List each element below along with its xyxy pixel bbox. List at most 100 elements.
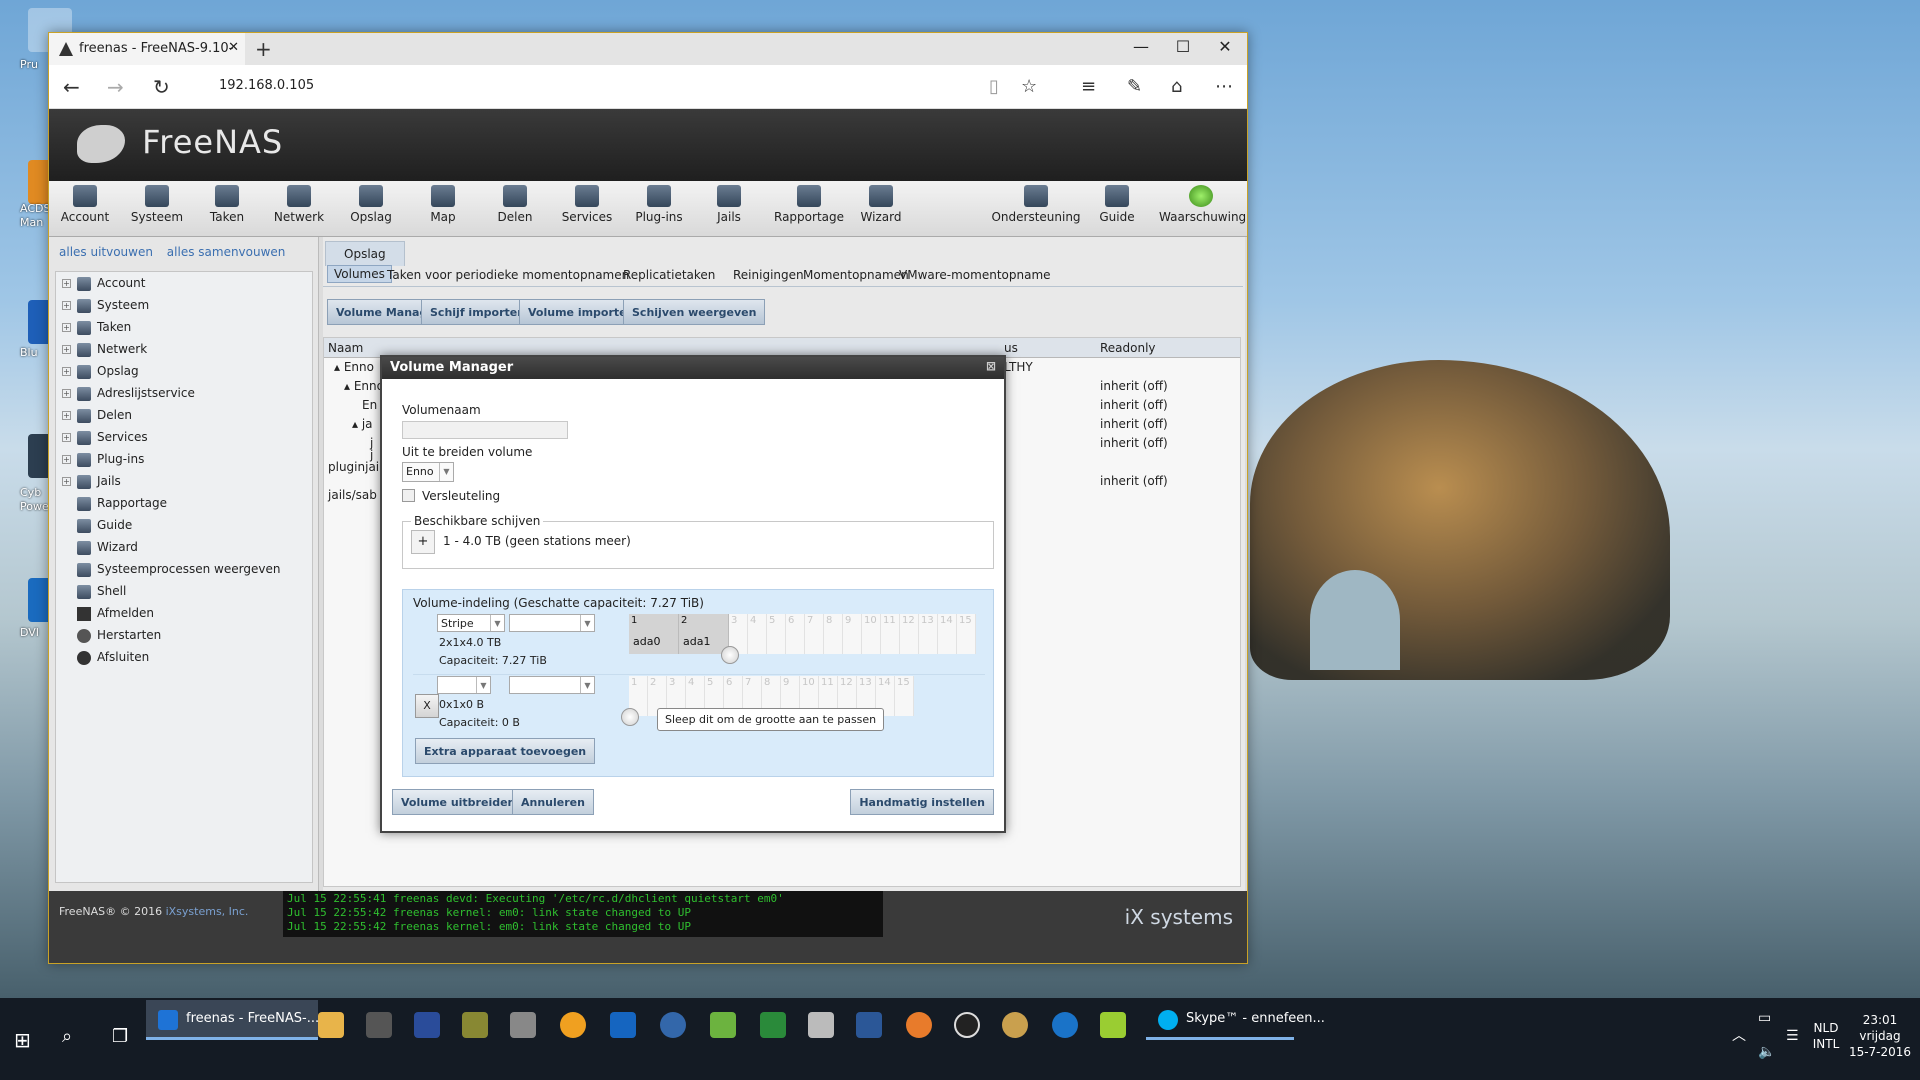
layers-app-icon[interactable]	[1100, 1012, 1126, 1038]
expand-icon[interactable]: +	[62, 301, 71, 310]
cancel-button[interactable]: Annuleren	[512, 789, 594, 815]
url-field[interactable]: 192.168.0.105	[219, 78, 314, 93]
disk-slot[interactable]: 5	[767, 614, 786, 654]
tree-item-afsluiten[interactable]: Afsluiten	[56, 646, 312, 668]
toolbar-jails[interactable]: Jails	[697, 185, 761, 224]
disk-slot[interactable]: 8	[824, 614, 843, 654]
disk-slot[interactable]: 6	[786, 614, 805, 654]
tree-item-afmelden[interactable]: Afmelden	[56, 602, 312, 624]
toolbar-systeem[interactable]: Systeem	[125, 185, 189, 224]
expand-icon[interactable]: +	[62, 477, 71, 486]
disk-slot[interactable]: 4	[748, 614, 767, 654]
table-row[interactable]: pluginjai	[328, 460, 379, 474]
lightning-app-icon[interactable]	[560, 1012, 586, 1038]
share-icon[interactable]: ⌂	[1171, 76, 1182, 97]
tree-item-netwerk[interactable]: + Netwerk	[56, 338, 312, 360]
tree-item-systeemprocessen[interactable]: Systeemprocessen weergeven	[56, 558, 312, 580]
search-icon[interactable]: ⌕	[62, 1026, 72, 1047]
disk-slot[interactable]: 12	[900, 614, 919, 654]
subtab-scrubs[interactable]: Reinigingen	[733, 268, 804, 282]
resize-handle[interactable]	[621, 708, 639, 726]
expand-icon[interactable]: +	[62, 279, 71, 288]
table-row[interactable]: jails/sab	[328, 488, 377, 502]
toolbar-opslag[interactable]: Opslag	[339, 185, 403, 224]
chevron-up-icon[interactable]: ︿	[1732, 1028, 1746, 1044]
tree-item-plugins[interactable]: + Plug-ins	[56, 448, 312, 470]
collapse-all-link[interactable]: alles samenvouwen	[167, 245, 286, 259]
company-link[interactable]: iXsystems, Inc.	[166, 905, 249, 918]
disk-slot[interactable]: 9	[843, 614, 862, 654]
close-icon[interactable]: ⊠	[986, 359, 996, 373]
hub-icon[interactable]: ≡	[1081, 76, 1096, 97]
refresh-icon[interactable]: ↻	[153, 75, 170, 99]
expand-icon[interactable]: +	[62, 345, 71, 354]
save-app-icon[interactable]	[414, 1012, 440, 1038]
table-row[interactable]: ▴ ja	[352, 417, 373, 431]
expand-icon[interactable]: +	[62, 323, 71, 332]
expand-icon[interactable]: +	[62, 411, 71, 420]
disk-slot[interactable]: 13	[919, 614, 938, 654]
media-player-icon[interactable]	[954, 1012, 980, 1038]
word-icon[interactable]	[856, 1012, 882, 1038]
monitor-app-icon[interactable]	[760, 1012, 786, 1038]
expand-icon[interactable]: +	[62, 389, 71, 398]
extend-volume-button[interactable]: Volume uitbreiden	[392, 789, 525, 815]
toolbar-delen[interactable]: Delen	[483, 185, 547, 224]
forward-icon[interactable]: →	[107, 75, 124, 99]
col-readonly[interactable]: Readonly	[1100, 341, 1156, 355]
volume-icon[interactable]: 🔈	[1758, 1044, 1775, 1060]
more-icon[interactable]: ⋯	[1215, 76, 1233, 97]
tree-item-taken[interactable]: + Taken	[56, 316, 312, 338]
vdev-layout-select[interactable]: ▼	[509, 614, 595, 632]
toolbar-map[interactable]: Map	[411, 185, 475, 224]
close-tab-icon[interactable]: ✕	[228, 40, 239, 55]
green-z-app-icon[interactable]	[710, 1012, 736, 1038]
toolbar-rapportage[interactable]: Rapportage	[769, 185, 849, 224]
minimize-icon[interactable]: —	[1121, 37, 1161, 56]
back-icon[interactable]: ←	[63, 75, 80, 99]
tree-item-systeem[interactable]: + Systeem	[56, 294, 312, 316]
new-tab-icon[interactable]: +	[255, 37, 272, 61]
view-disks-button[interactable]: Schijven weergeven	[623, 299, 766, 325]
tree-item-herstarten[interactable]: Herstarten	[56, 624, 312, 646]
tree-item-delen[interactable]: + Delen	[56, 404, 312, 426]
table-row[interactable]: ▴ Enno	[334, 360, 374, 374]
encryption-checkbox[interactable]	[402, 489, 415, 502]
favorite-star-icon[interactable]: ☆	[1021, 76, 1037, 97]
tree-item-account[interactable]: + Account	[56, 272, 312, 294]
taskbar-app-skype[interactable]: Skype™ - ennefeen...	[1146, 1000, 1325, 1040]
toolbar-taken[interactable]: Taken	[195, 185, 259, 224]
task-view-icon[interactable]: ❐	[112, 1026, 128, 1047]
action-center-icon[interactable]: ☰	[1786, 1028, 1799, 1044]
toolbar-guide[interactable]: Guide	[1085, 185, 1149, 224]
toolbar-ondersteuning[interactable]: Ondersteuning	[991, 185, 1081, 224]
expand-icon[interactable]: +	[62, 455, 71, 464]
remove-vdev-button[interactable]: X	[415, 694, 439, 718]
browser-tab[interactable]: freenas - FreeNAS-9.10- ✕	[49, 33, 245, 65]
subtab-volumes[interactable]: Volumes	[327, 265, 392, 283]
disk-slot[interactable]: 7	[805, 614, 824, 654]
vdev-type-select[interactable]: ▼	[437, 676, 491, 694]
browser-app-icon[interactable]	[660, 1012, 686, 1038]
subtab-snapshots[interactable]: Momentopnamen	[803, 268, 909, 282]
disk-slot[interactable]: 14	[938, 614, 957, 654]
toolbar-waarschuwing[interactable]: Waarschuwing	[1159, 185, 1246, 224]
manual-setup-button[interactable]: Handmatig instellen	[850, 789, 994, 815]
disk-slot[interactable]: 15	[895, 676, 914, 716]
disk-slot[interactable]: 15	[957, 614, 976, 654]
tree-item-shell[interactable]: Shell	[56, 580, 312, 602]
network-tray-icon[interactable]: ▭	[1758, 1010, 1771, 1026]
tree-item-guide[interactable]: Guide	[56, 514, 312, 536]
extend-volume-select[interactable]: Enno ▼	[402, 462, 454, 482]
expand-icon[interactable]: +	[62, 433, 71, 442]
disk-slot[interactable]: 2 ada1	[679, 614, 729, 654]
available-disk-entry[interactable]: 1 - 4.0 TB (geen stations meer)	[443, 534, 631, 548]
plane-app-icon[interactable]	[808, 1012, 834, 1038]
toolbar-account[interactable]: Account	[53, 185, 117, 224]
vdev-type-select[interactable]: Stripe ▼	[437, 614, 505, 632]
tree-item-wizard[interactable]: Wizard	[56, 536, 312, 558]
subtab-periodic-snapshots[interactable]: Taken voor periodieke momentopnamen	[387, 268, 629, 282]
language-indicator[interactable]: NLD INTL	[1806, 1020, 1846, 1052]
toolbar-wizard[interactable]: Wizard	[849, 185, 913, 224]
tab-opslag[interactable]: Opslag	[325, 241, 405, 266]
